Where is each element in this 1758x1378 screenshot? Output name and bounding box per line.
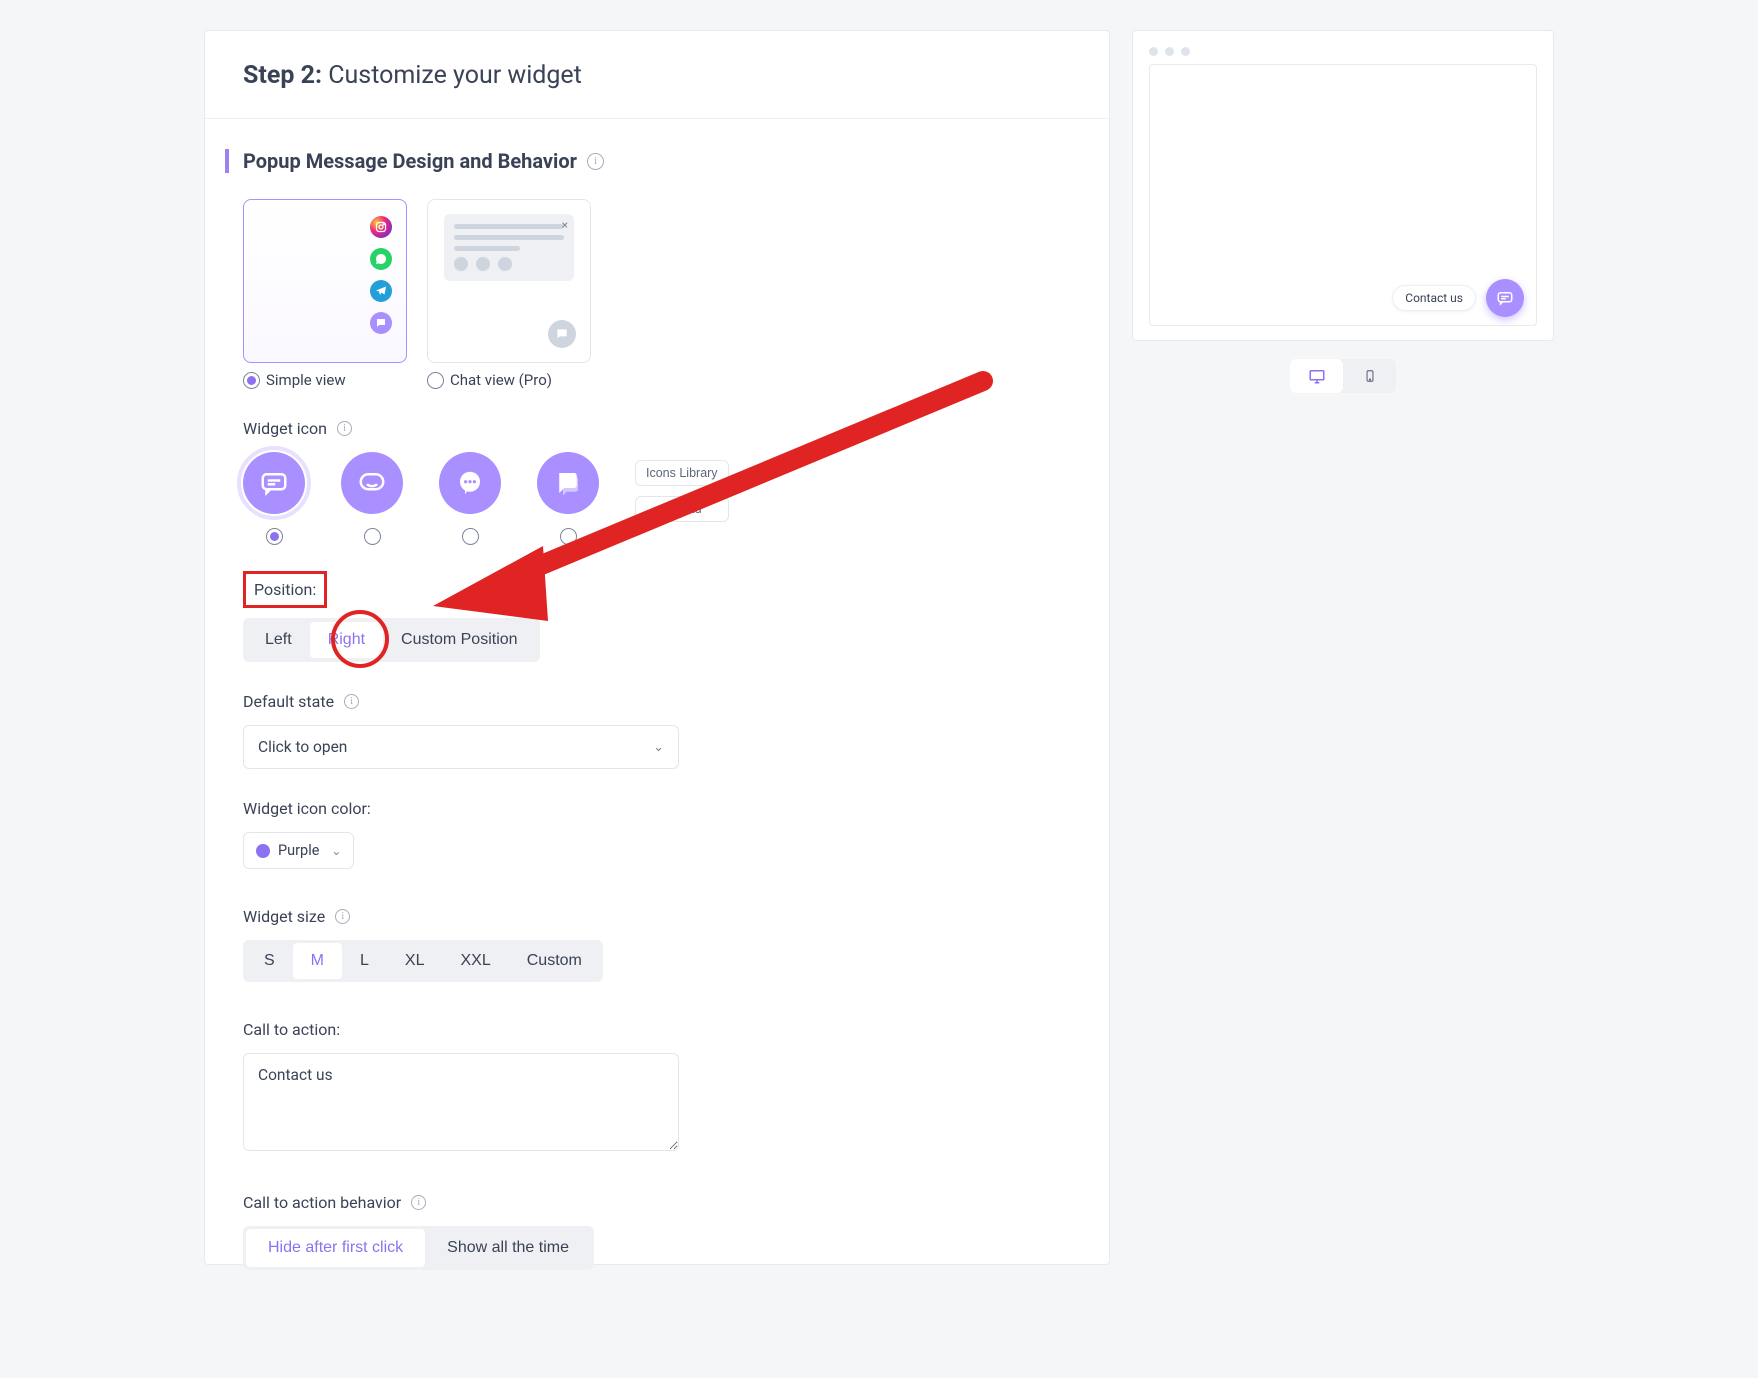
size-option-xxl[interactable]: XXL (442, 943, 508, 979)
chat-view-radio[interactable]: Chat view (Pro) (427, 371, 591, 389)
whatsapp-icon (370, 248, 392, 270)
size-option-xl[interactable]: XL (387, 943, 443, 979)
size-option-s[interactable]: S (246, 943, 293, 979)
info-icon[interactable]: i (335, 909, 350, 924)
widget-icon-option-4[interactable] (537, 452, 599, 545)
window-dots (1149, 47, 1537, 56)
position-left-button[interactable]: Left (247, 622, 310, 658)
cta-behavior-hide-button[interactable]: Hide after first click (246, 1229, 425, 1267)
widget-icon-option-2[interactable] (341, 452, 403, 545)
preview-widget-button (1486, 279, 1524, 317)
icons-library-button[interactable]: Icons Library (635, 460, 729, 486)
size-option-m[interactable]: M (293, 943, 342, 979)
device-mobile-button[interactable] (1343, 359, 1396, 393)
telegram-icon (370, 280, 392, 302)
settings-card: Step 2: Customize your widget Popup Mess… (204, 30, 1110, 1265)
position-segmented: Left Right Custom Position (243, 618, 540, 662)
cta-behavior-label: Call to action behavior i (243, 1193, 1071, 1212)
widget-size-segmented: SMLXLXXLCustom (243, 940, 603, 982)
cta-behavior-segmented: Hide after first click Show all the time (243, 1226, 594, 1270)
info-icon[interactable]: i (344, 694, 359, 709)
position-right-button[interactable]: Right (310, 622, 383, 658)
device-desktop-button[interactable] (1290, 359, 1343, 393)
chevron-down-icon: ⌄ (331, 844, 341, 858)
device-toggle (1290, 359, 1396, 393)
section-title: Popup Message Design and Behavior i (225, 149, 1071, 173)
instagram-icon (370, 216, 392, 238)
chat-bubble-icon (370, 312, 392, 334)
widget-icon-label: Widget icon i (243, 419, 1071, 438)
widget-icon-option-1[interactable] (243, 452, 305, 545)
info-icon[interactable]: i (337, 421, 352, 436)
cta-behavior-show-button[interactable]: Show all the time (425, 1229, 591, 1267)
close-icon: × (562, 218, 568, 232)
info-icon[interactable]: i (411, 1195, 426, 1210)
chat-view-card[interactable]: × (427, 199, 591, 363)
chat-mini-button-icon (548, 320, 576, 348)
preview-frame: Contact us (1149, 64, 1537, 326)
position-label: Position: (243, 571, 327, 608)
desktop-icon (1308, 367, 1326, 385)
page-title: Step 2: Customize your widget (205, 61, 1109, 119)
preview-card: Contact us (1132, 30, 1554, 341)
mobile-icon (1363, 367, 1377, 385)
cta-label: Call to action: (243, 1020, 1071, 1039)
default-state-select[interactable]: Click to open ⌄ (243, 725, 679, 769)
widget-size-label: Widget size i (243, 907, 1071, 926)
widget-color-select[interactable]: Purple ⌄ (243, 832, 354, 869)
info-icon[interactable]: i (587, 153, 604, 170)
preview-cta-pill: Contact us (1392, 285, 1476, 311)
color-swatch (256, 844, 270, 858)
widget-color-label: Widget icon color: (243, 799, 1071, 818)
position-custom-button[interactable]: Custom Position (383, 622, 536, 658)
cta-textarea[interactable] (243, 1053, 679, 1151)
chevron-down-icon: ⌄ (653, 740, 664, 755)
simple-view-radio[interactable]: Simple view (243, 371, 407, 389)
size-option-custom[interactable]: Custom (509, 943, 600, 979)
upload-button[interactable]: Upload (635, 496, 729, 522)
widget-icon-option-3[interactable] (439, 452, 501, 545)
default-state-label: Default state i (243, 692, 1071, 711)
simple-view-card[interactable] (243, 199, 407, 363)
size-option-l[interactable]: L (342, 943, 387, 979)
